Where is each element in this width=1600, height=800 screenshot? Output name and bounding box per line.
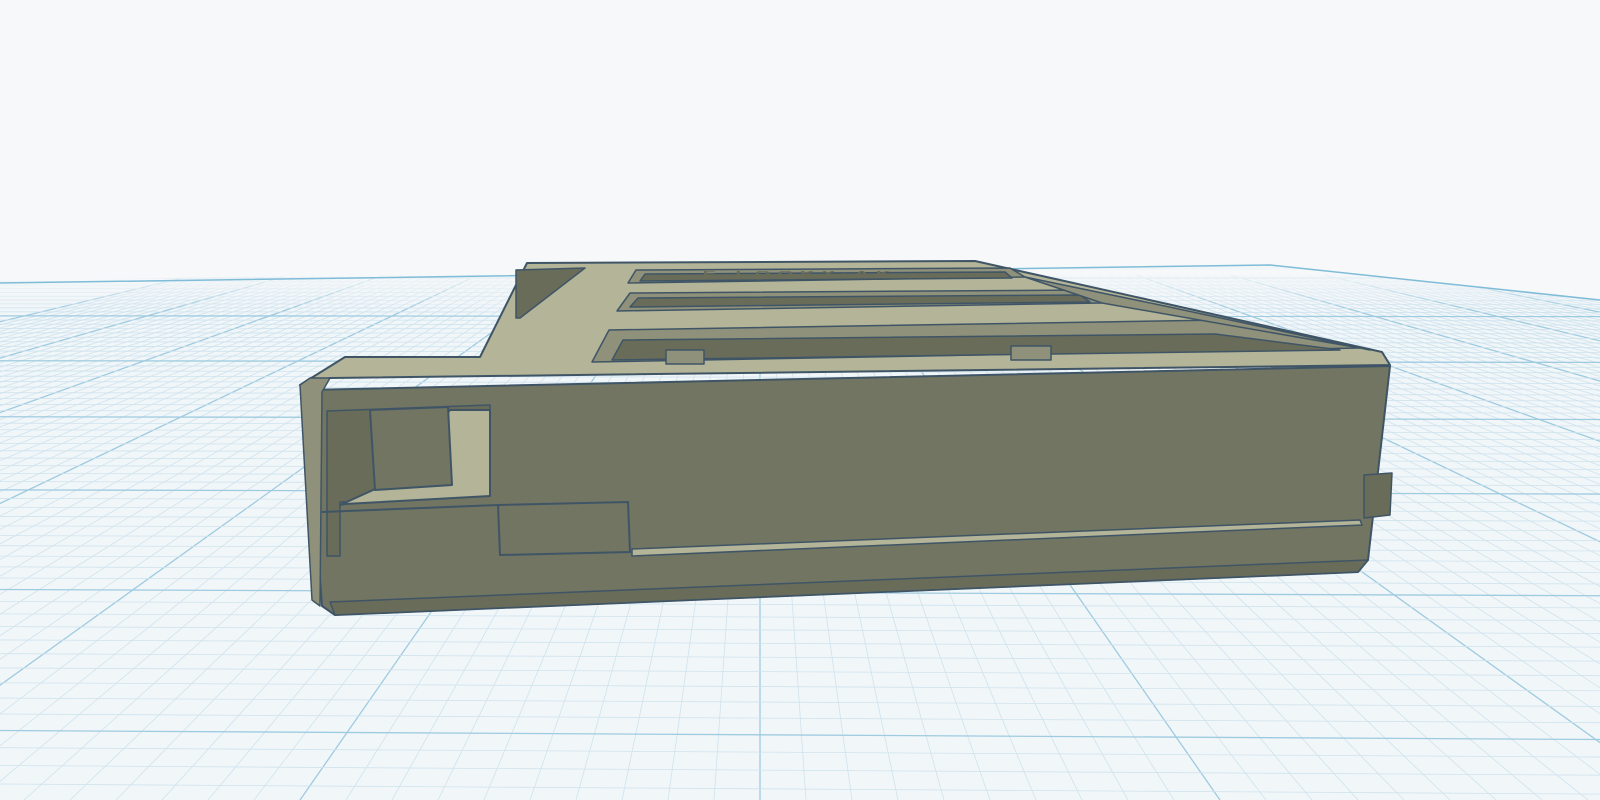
model-engraved-text: E LOOKY-AK — [703, 270, 898, 276]
3d-viewport[interactable]: E LOOKY-AK — [0, 0, 1600, 800]
model-right-notch — [1363, 472, 1393, 519]
model-port-block — [369, 406, 453, 491]
model-post-left — [665, 349, 705, 365]
scene-canvas[interactable]: E LOOKY-AK — [0, 0, 1600, 800]
model-post-right — [1010, 345, 1052, 361]
